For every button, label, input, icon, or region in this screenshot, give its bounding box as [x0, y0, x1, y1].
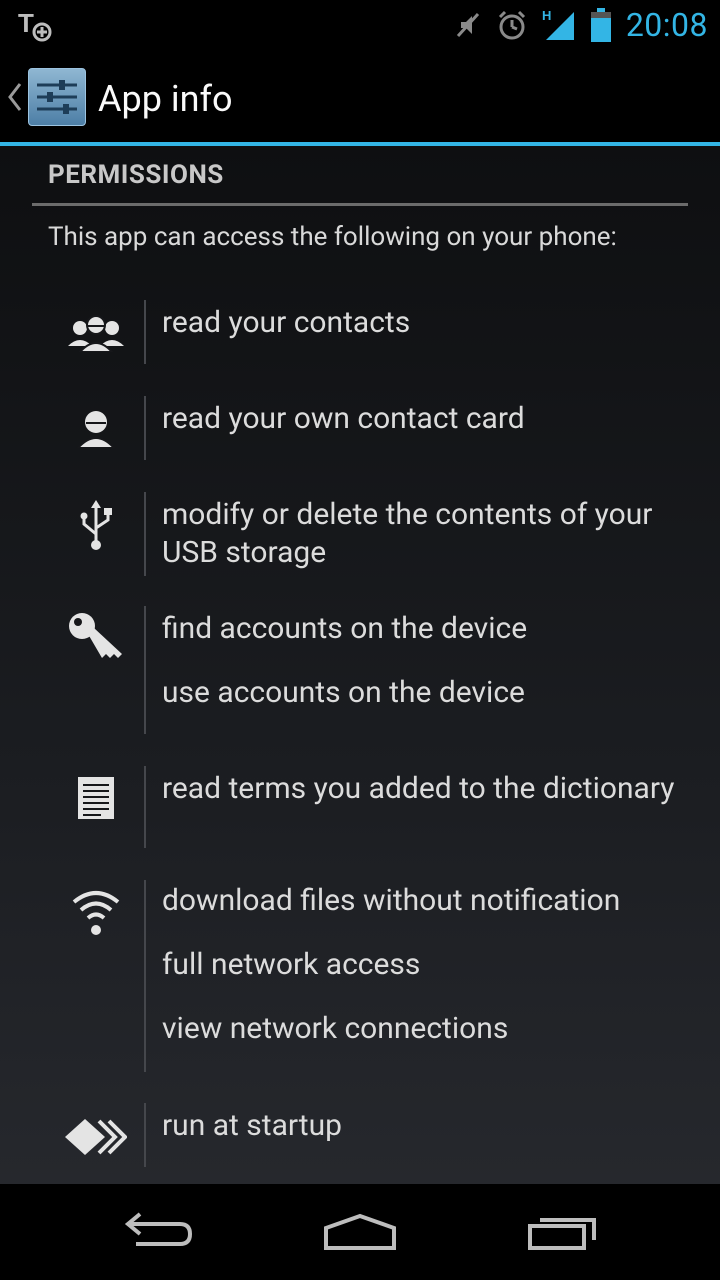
settings-app-icon[interactable]: [28, 68, 86, 126]
permission-group-dictionary: read terms you added to the dictionary: [0, 766, 720, 848]
permission-divider: [144, 606, 146, 734]
permissions-content[interactable]: PERMISSIONS This app can access the foll…: [0, 146, 720, 1184]
permission-divider: [144, 880, 146, 1072]
alarm-icon: [496, 9, 528, 41]
permission-group-usb: modify or delete the contents of your US…: [0, 492, 720, 576]
signal-icon: H: [542, 8, 576, 42]
permission-divider: [144, 766, 146, 848]
permission-group-contacts: read your contacts: [0, 300, 720, 364]
page-title: App info: [98, 78, 233, 120]
permission-divider: [144, 1103, 146, 1167]
permission-item: read your own contact card: [162, 401, 525, 436]
permission-group-network: download files without notification full…: [0, 880, 720, 1072]
permissions-intro: This app can access the following on you…: [48, 222, 617, 252]
permission-item: find accounts on the device: [162, 611, 528, 646]
battery-icon: [590, 8, 612, 42]
section-header: PERMISSIONS: [48, 160, 224, 190]
wifi-icon: [62, 888, 130, 936]
permission-divider: [144, 492, 146, 576]
permission-divider: [144, 300, 146, 364]
mute-icon: [452, 10, 482, 40]
permission-item: full network access: [162, 947, 421, 982]
permission-item: download files without notification: [162, 883, 621, 918]
dictionary-icon: [62, 776, 130, 820]
section-divider: [32, 203, 688, 206]
permission-group-contact-card: read your own contact card: [0, 396, 720, 460]
recent-apps-icon[interactable]: [526, 1210, 600, 1258]
contact-card-icon: [62, 408, 130, 448]
permission-item: use accounts on the device: [162, 675, 525, 710]
svg-text:T: T: [18, 8, 34, 38]
permission-item: run at startup: [162, 1108, 342, 1143]
permission-group-startup: run at startup: [0, 1103, 720, 1167]
contacts-icon: [62, 312, 130, 352]
up-caret-icon[interactable]: [6, 82, 24, 116]
usb-icon: [62, 500, 130, 552]
permission-item: view network connections: [162, 1011, 509, 1046]
permission-item: read your contacts: [162, 305, 411, 340]
permission-item: read terms you added to the dictionary: [162, 771, 675, 806]
key-icon: [62, 612, 130, 664]
permission-item: modify or delete the contents of your US…: [162, 497, 653, 570]
svg-text:H: H: [542, 8, 551, 23]
permission-group-accounts: find accounts on the device use accounts…: [0, 606, 720, 734]
status-bar: T H 20:08: [0, 0, 720, 50]
t-plus-icon: T: [18, 8, 54, 42]
status-time: 20:08: [625, 6, 708, 44]
action-bar: App info: [0, 50, 720, 146]
navigation-bar: [0, 1184, 720, 1280]
back-icon[interactable]: [124, 1210, 196, 1254]
startup-icon: [62, 1117, 130, 1157]
permission-divider: [144, 396, 146, 460]
home-icon[interactable]: [322, 1210, 398, 1258]
